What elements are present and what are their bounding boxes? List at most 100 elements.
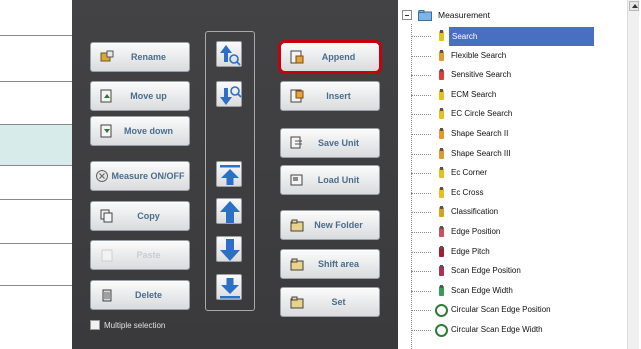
unit-list-row[interactable]: [0, 81, 72, 82]
tree-item[interactable]: Classification: [411, 203, 627, 222]
tree-item[interactable]: Ec Corner: [411, 164, 627, 183]
multiple-selection-checkbox[interactable]: [90, 320, 100, 330]
move-to-child-button[interactable]: [216, 81, 242, 107]
move-to-bottom-button[interactable]: [216, 274, 242, 300]
tree-item-label: Circular Scan Edge Position: [451, 305, 551, 315]
arrow-down-icon: [220, 239, 240, 261]
set-icon: [290, 296, 304, 309]
delete-label: Delete: [134, 290, 162, 300]
move-up-button[interactable]: Move up: [90, 81, 190, 111]
search-icon: [439, 30, 444, 41]
unit-list-row[interactable]: [0, 35, 72, 36]
move-to-top-button[interactable]: [216, 161, 242, 187]
move-down-icon: [100, 124, 112, 138]
move-down-button[interactable]: Move down: [90, 116, 190, 146]
rename-button[interactable]: Rename: [90, 42, 190, 72]
load-unit-button[interactable]: Load Unit: [280, 165, 380, 195]
move-to-parent-button[interactable]: [216, 41, 242, 67]
append-label: Append: [321, 52, 356, 62]
tree-item[interactable]: Circular Scan Edge Width: [411, 321, 627, 340]
shape-search-icon: [439, 128, 444, 139]
tree-item-label: Flexible Search: [451, 50, 507, 60]
tree-item[interactable]: Sensitive Search: [411, 66, 627, 85]
unit-list-row-selected[interactable]: [0, 124, 72, 166]
circular-scan-edge-position-icon: [435, 304, 448, 318]
copy-button[interactable]: Copy: [90, 201, 190, 231]
paste-button: Paste: [90, 240, 190, 270]
tree-connector: [411, 271, 431, 273]
ecm-search-icon: [439, 88, 444, 100]
unit-list-row[interactable]: [0, 285, 72, 286]
edge-position-icon: [439, 226, 444, 237]
rename-icon: [100, 50, 114, 62]
tree-item-label: EC Circle Search: [451, 109, 513, 119]
unit-list-row[interactable]: [0, 199, 72, 200]
tree-item[interactable]: Edge Pitch: [411, 243, 627, 262]
multiple-selection-option[interactable]: Multiple selection: [90, 320, 165, 330]
move-up-icon: [100, 89, 112, 103]
tree-item[interactable]: Scan Edge Position: [411, 262, 627, 281]
load-unit-icon: [290, 174, 303, 186]
tree-item[interactable]: ECM Search: [411, 86, 627, 105]
classification-icon: [439, 206, 444, 218]
append-icon: [290, 50, 304, 64]
tree-item-label: Classification: [451, 207, 499, 217]
move-up-arrow-button[interactable]: [216, 198, 242, 224]
insert-label: Insert: [326, 91, 351, 101]
tree-connector: [411, 36, 431, 37]
tree-item-label: Edge Pitch: [451, 246, 490, 256]
shift-area-icon: [290, 258, 304, 271]
tree-item[interactable]: Scan Edge Width: [411, 282, 627, 301]
tree-connector: [411, 55, 431, 57]
append-button[interactable]: Append: [280, 42, 380, 72]
circular-scan-edge-width-icon: [435, 324, 448, 337]
arrow-bottom-icon: [220, 278, 240, 299]
tree-connector: [411, 153, 431, 155]
tree-scrollbar[interactable]: [627, 0, 639, 349]
measure-onoff-button[interactable]: Measure ON/OFF: [90, 161, 190, 191]
set-label: Set: [331, 297, 346, 307]
tree-item[interactable]: Shape Search III: [411, 145, 627, 164]
new-folder-button[interactable]: New Folder: [280, 210, 380, 240]
insert-button[interactable]: Insert: [280, 81, 380, 111]
set-button[interactable]: Set: [280, 287, 380, 317]
tree-connector: [411, 232, 431, 233]
folder-icon: [418, 10, 432, 21]
tree-item-label: ECM Search: [451, 89, 497, 99]
load-unit-label: Load Unit: [317, 175, 360, 185]
tree-connector: [411, 251, 431, 253]
measure-toggle-icon: [96, 170, 108, 182]
rename-label: Rename: [130, 52, 166, 62]
tree-item[interactable]: Circular Scan Edge Position: [411, 301, 627, 320]
tree-root-label: Measurement: [438, 10, 490, 20]
tree-connector: [411, 212, 431, 214]
tree-item[interactable]: EC Circle Search: [411, 105, 627, 124]
insert-icon: [290, 89, 304, 103]
tree-item[interactable]: Edge Position: [411, 223, 627, 242]
tree-item-label: Scan Edge Position: [451, 266, 521, 276]
move-down-arrow-button[interactable]: [216, 236, 242, 262]
tree-item-selected[interactable]: Search: [411, 27, 627, 46]
tree-item[interactable]: Flexible Search: [411, 47, 627, 66]
tree-item[interactable]: Shape Search II: [411, 125, 627, 144]
delete-icon: [102, 289, 112, 302]
tree-connector: [411, 192, 431, 194]
collapse-toggle[interactable]: [402, 10, 412, 20]
tree-connector: [411, 94, 431, 96]
measurement-tree[interactable]: Measurement Search Flexible Search Sensiti…: [398, 0, 641, 349]
tree-connector: [411, 290, 431, 292]
measure-onoff-label: Measure ON/OFF: [111, 171, 185, 181]
tree-item[interactable]: Ec Cross: [411, 184, 627, 203]
save-unit-button[interactable]: Save Unit: [280, 128, 380, 158]
unit-list[interactable]: [0, 0, 72, 349]
ec-corner-icon: [439, 167, 444, 179]
move-up-level-icon: [220, 45, 241, 66]
tree-connector: [411, 173, 431, 175]
save-unit-icon: [290, 136, 302, 149]
tree-item-label: Scan Edge Width: [451, 285, 513, 295]
scroll-up-button[interactable]: [629, 1, 639, 11]
unit-list-row[interactable]: [0, 243, 72, 244]
shift-area-button[interactable]: Shift area: [280, 249, 380, 279]
delete-button[interactable]: Delete: [90, 280, 190, 310]
move-down-label: Move down: [124, 126, 173, 136]
